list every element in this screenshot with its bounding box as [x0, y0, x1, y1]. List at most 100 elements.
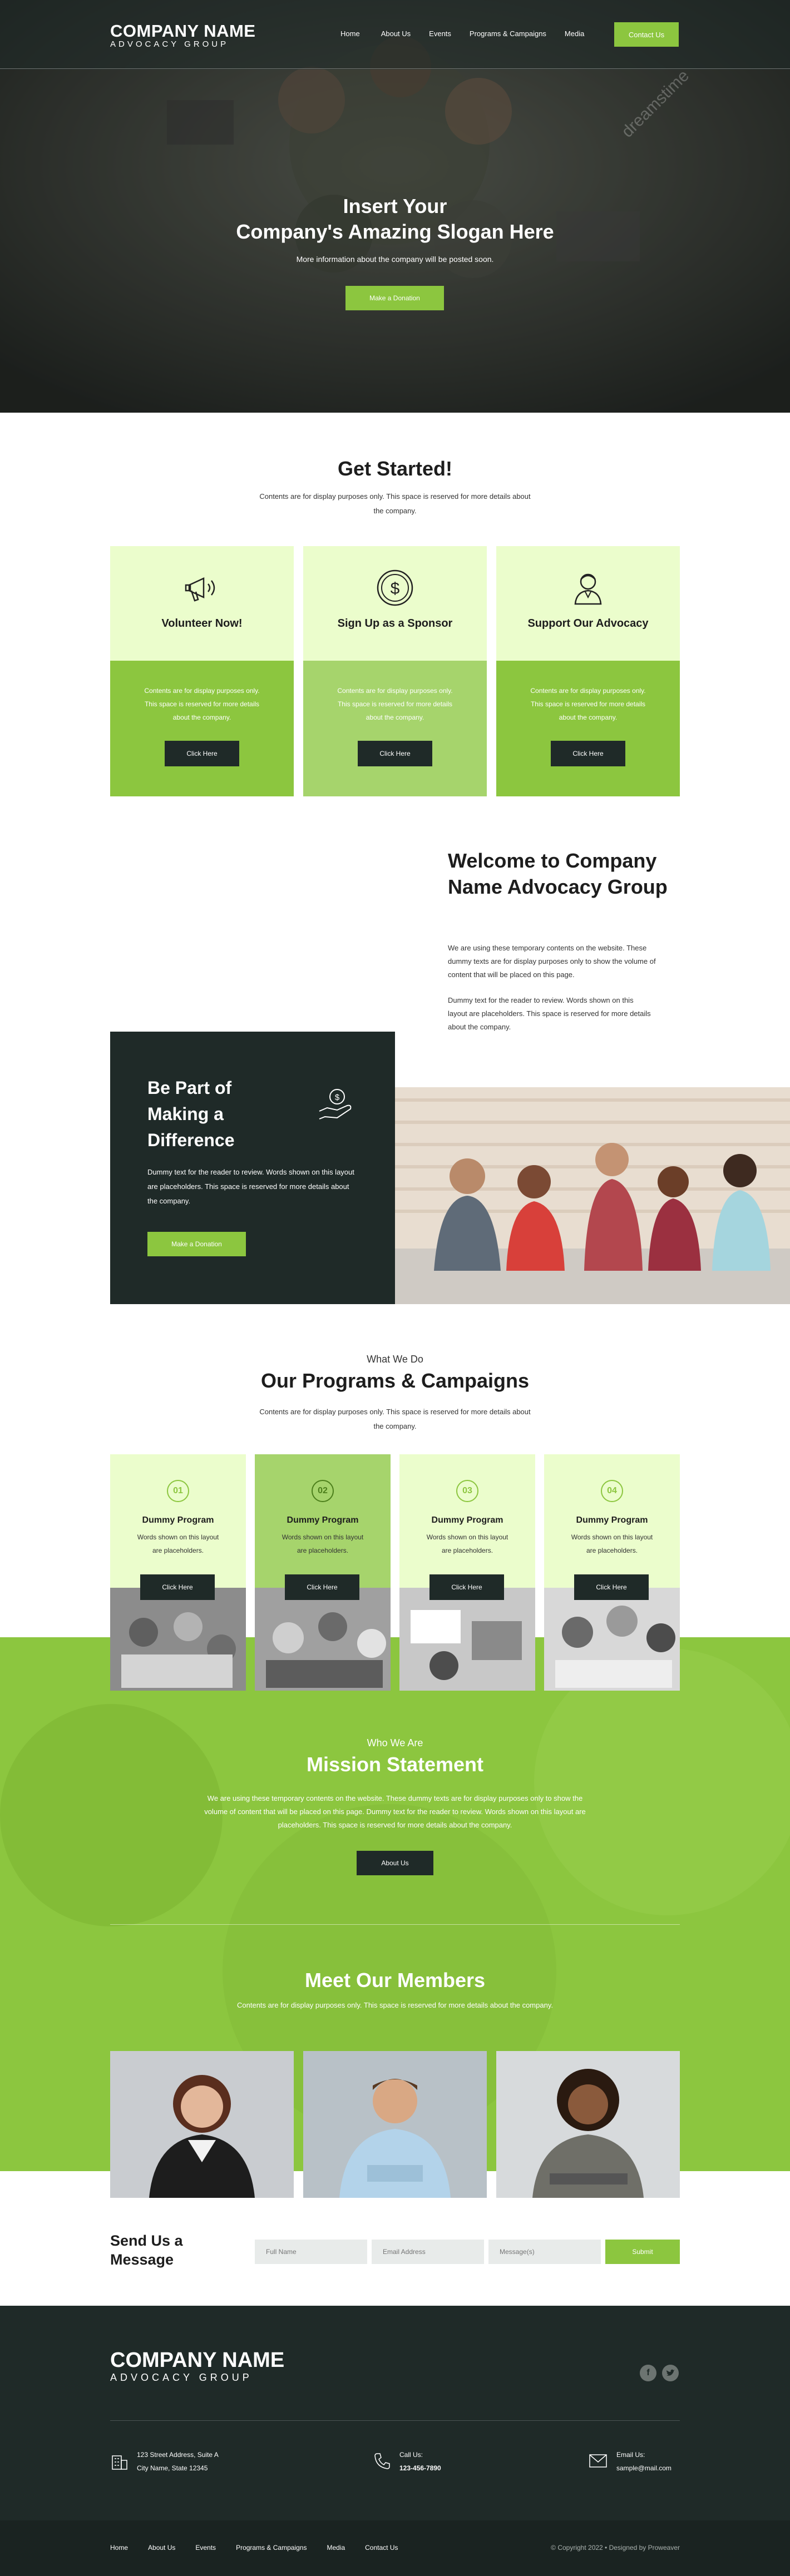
contact-us-button[interactable]: Contact Us: [614, 22, 679, 47]
address-line-2: City Name, State 12345: [137, 2464, 208, 2472]
nav-home[interactable]: Home: [340, 29, 360, 38]
difference-donation-button[interactable]: Make a Donation: [147, 1232, 246, 1256]
program-card-2: 02 Dummy Program Words shown on this lay…: [255, 1454, 391, 1600]
footer-link-about-us[interactable]: About Us: [148, 2544, 175, 2552]
hero-title-line2: Company's Amazing Slogan Here: [236, 220, 554, 243]
nav-events[interactable]: Events: [429, 29, 451, 38]
member-photos: [110, 2051, 680, 2198]
advocacy-card-bottom: Contents are for display purposes only. …: [496, 661, 680, 796]
brand-name: COMPANY NAME: [110, 21, 256, 41]
mission-divider: [110, 1924, 680, 1925]
footer-link-programs[interactable]: Programs & Campaigns: [236, 2544, 307, 2552]
program-number-2: 02: [312, 1480, 334, 1502]
mission-eyebrow: Who We Are: [367, 1737, 423, 1748]
advocacy-card-top: Support Our Advocacy: [496, 546, 680, 661]
difference-title: Be Part of Making a Difference: [147, 1078, 235, 1150]
hero-donation-button[interactable]: Make a Donation: [345, 286, 444, 310]
full-name-input[interactable]: [255, 2240, 367, 2264]
footer-email: Email Us: sample@mail.com: [616, 2448, 672, 2475]
volunteer-card-bottom: Contents are for display purposes only. …: [110, 661, 294, 796]
program-button-3[interactable]: Click Here: [429, 1574, 504, 1600]
footer-divider: [110, 2420, 680, 2421]
group-sitting-photo: [395, 1087, 790, 1304]
volunteer-card-title: Volunteer Now!: [161, 617, 243, 630]
members-title: Meet Our Members: [304, 1969, 486, 1992]
facebook-icon[interactable]: f: [640, 2365, 656, 2381]
footer-brand-tagline: ADVOCACY GROUP: [110, 2372, 253, 2383]
footer-logo[interactable]: COMPANY NAME ADVOCACY GROUP: [110, 2349, 284, 2384]
email-input[interactable]: [372, 2240, 484, 2264]
contact-form-title: Send Us a Message: [110, 2232, 183, 2268]
program-photo-3: [399, 1588, 535, 1691]
logo[interactable]: COMPANY NAME ADVOCACY GROUP: [110, 22, 255, 49]
email-address[interactable]: sample@mail.com: [616, 2461, 672, 2475]
footer-link-events[interactable]: Events: [195, 2544, 216, 2552]
member-photo-2: [303, 2051, 487, 2198]
program-number-3: 03: [456, 1480, 478, 1502]
volunteer-card-top: Volunteer Now!: [110, 546, 294, 661]
header-divider: [0, 68, 790, 69]
program-title-4: Dummy Program: [576, 1515, 648, 1525]
member-photo-3: [496, 2051, 680, 2198]
program-title-1: Dummy Program: [142, 1515, 214, 1525]
donation-hand-icon: $: [319, 1089, 352, 1119]
program-title-2: Dummy Program: [287, 1515, 359, 1525]
footer-link-media[interactable]: Media: [327, 2544, 345, 2552]
message-input[interactable]: [488, 2240, 601, 2264]
program-title-3: Dummy Program: [431, 1515, 503, 1525]
sponsor-card-text: Contents are for display purposes only. …: [337, 687, 453, 721]
about-us-button[interactable]: About Us: [357, 1851, 433, 1875]
advocacy-click-button[interactable]: Click Here: [551, 741, 625, 766]
get-started-title: Get Started!: [337, 457, 453, 480]
submit-button[interactable]: Submit: [605, 2240, 680, 2264]
programs-eyebrow: What We Do: [367, 1354, 423, 1365]
program-text-2: Words shown on this layout are placehold…: [282, 1533, 364, 1554]
footer-link-contact-us[interactable]: Contact Us: [365, 2544, 398, 2552]
program-photo-4: [544, 1588, 680, 1691]
twitter-icon[interactable]: [662, 2365, 679, 2381]
footer-phone: Call Us: 123-456-7890: [399, 2448, 441, 2475]
main-nav: Home About Us Events Programs & Campaign…: [340, 29, 584, 38]
mission-text: We are using these temporary contents on…: [204, 1794, 586, 1829]
nav-about-us[interactable]: About Us: [381, 29, 411, 38]
brand-tagline: ADVOCACY GROUP: [110, 39, 229, 49]
call-label: Call Us:: [399, 2451, 423, 2459]
program-button-4[interactable]: Click Here: [574, 1574, 649, 1600]
mission-title: Mission Statement: [306, 1753, 484, 1776]
copyright: © Copyright 2022 • Designed by Proweaver: [551, 2544, 680, 2552]
advocacy-card-text: Contents are for display purposes only. …: [530, 687, 646, 721]
program-button-2[interactable]: Click Here: [285, 1574, 359, 1600]
sponsor-card-top: $ Sign Up as a Sponsor: [303, 546, 487, 661]
address-line-1: 123 Street Address, Suite A: [137, 2451, 219, 2459]
program-button-1[interactable]: Click Here: [140, 1574, 215, 1600]
email-icon: [589, 2454, 607, 2468]
program-text-3: Words shown on this layout are placehold…: [426, 1533, 508, 1554]
user-advocate-icon: [574, 573, 602, 605]
members-text: Contents are for display purposes only. …: [237, 2001, 553, 2009]
svg-text:$: $: [391, 579, 400, 598]
difference-box: Be Part of Making a Difference $ Dummy t…: [110, 1032, 395, 1304]
footer-link-home[interactable]: Home: [110, 2544, 128, 2552]
programs-text: Contents are for display purposes only. …: [259, 1408, 531, 1430]
get-started-text: Contents are for display purposes only. …: [259, 492, 531, 515]
nav-media[interactable]: Media: [565, 29, 584, 38]
program-card-1: 01 Dummy Program Words shown on this lay…: [110, 1454, 246, 1600]
hero-title-line1: Insert Your: [343, 195, 447, 217]
sponsor-card-bottom: Contents are for display purposes only. …: [303, 661, 487, 796]
program-number-4: 04: [601, 1480, 623, 1502]
sponsor-click-button[interactable]: Click Here: [358, 741, 432, 766]
programs-title: Our Programs & Campaigns: [260, 1369, 530, 1392]
building-icon: [112, 2455, 127, 2470]
program-text-4: Words shown on this layout are placehold…: [571, 1533, 653, 1554]
volunteer-card-text: Contents are for display purposes only. …: [144, 687, 260, 721]
megaphone-icon: [185, 577, 215, 602]
program-photos: [110, 1588, 680, 1691]
footer-brand-name: COMPANY NAME: [110, 2349, 285, 2372]
volunteer-click-button[interactable]: Click Here: [165, 741, 239, 766]
sponsor-card-title: Sign Up as a Sponsor: [337, 617, 453, 630]
hero-title: Insert Your Company's Amazing Slogan Her…: [0, 194, 790, 245]
nav-programs-campaigns[interactable]: Programs & Campaigns: [470, 29, 546, 38]
phone-number[interactable]: 123-456-7890: [399, 2461, 441, 2475]
advocacy-card-title: Support Our Advocacy: [527, 617, 649, 630]
program-photo-2: [255, 1588, 391, 1691]
